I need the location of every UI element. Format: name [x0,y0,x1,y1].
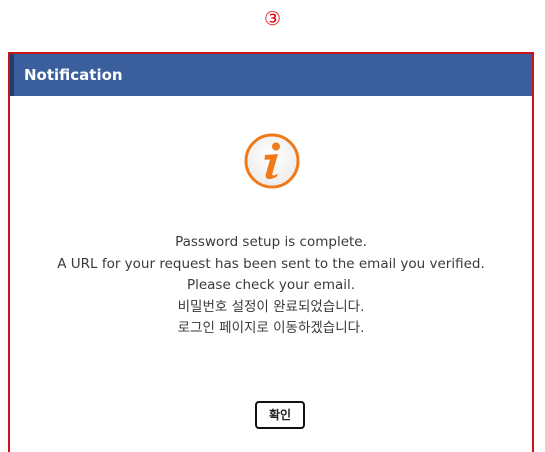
message-line: A URL for your request has been sent to … [57,255,485,272]
dialog-title: Notification [24,66,123,84]
step-marker: ③ [263,8,282,30]
dialog-header: Notification [10,54,532,96]
message-line: 로그인 페이지로 이동하겠습니다. [177,320,365,336]
info-icon [244,133,300,189]
message-line: Please check your email. [186,277,356,293]
notification-message: Password setup is complete. A URL for yo… [10,232,532,340]
confirm-button[interactable]: 확인 [255,401,305,429]
message-line: 비밀번호 설정이 완료되었습니다. [177,298,365,315]
notification-dialog: Notification Password setup is complete.… [8,52,534,452]
message-line: Password setup is complete. [175,234,367,250]
